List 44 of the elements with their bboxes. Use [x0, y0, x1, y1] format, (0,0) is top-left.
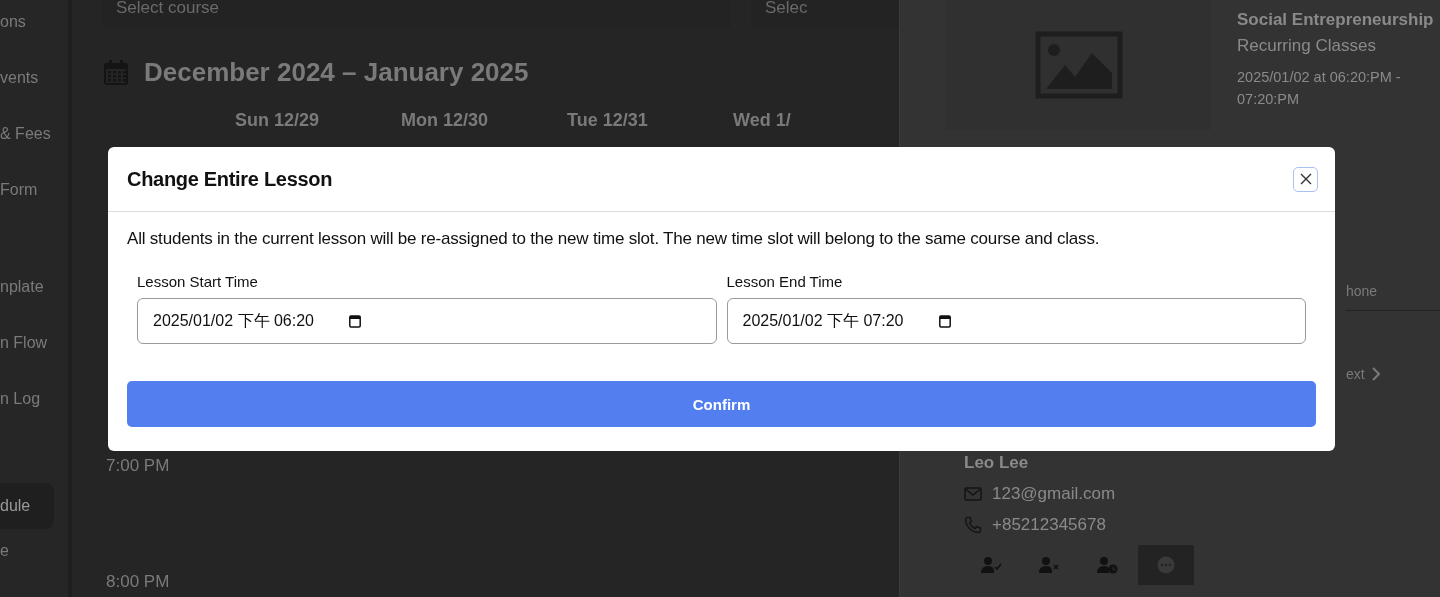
calendar-title: December 2024 – January 2025	[144, 57, 529, 88]
user-clock-icon	[1097, 556, 1119, 574]
phone-icon	[964, 516, 982, 534]
more-icon	[1157, 556, 1175, 574]
student-email: 123@gmail.com	[992, 484, 1116, 504]
lesson-time: 2025/01/02 at 06:20:PM -	[1237, 68, 1402, 87]
user-check-icon	[981, 556, 1003, 574]
calendar-icon[interactable]	[938, 314, 951, 328]
field-label: Lesson End Time	[726, 273, 844, 290]
calendar-icon[interactable]	[349, 314, 361, 328]
sidebar-item[interactable]: dule	[0, 483, 54, 529]
sidebar-item[interactable]: ons	[0, 10, 68, 34]
close-button[interactable]	[1293, 166, 1318, 192]
action-button[interactable]	[1138, 545, 1194, 585]
sidebar-item[interactable]: nplate	[0, 275, 68, 299]
day-header: Mon 12/30	[401, 110, 490, 131]
sidebar-item[interactable]: vents	[0, 66, 68, 90]
confirm-button[interactable]: Confirm	[127, 381, 1316, 427]
time-label: 7:00 PM	[106, 456, 171, 477]
sidebar-item[interactable]: & Fees	[0, 122, 68, 146]
next-link[interactable]: ext	[1346, 366, 1381, 382]
close-icon	[1299, 173, 1312, 185]
dialog-message: All students in the current lesson will be re-assigned to the new time slot. The new time slot will belong to the same course and class.	[127, 229, 1101, 249]
datetime-field[interactable]: 2025/01/02 下午 06:20	[137, 298, 717, 344]
day-header: Wed 1/	[733, 110, 792, 131]
mail-icon	[964, 487, 982, 501]
dialog-title: Change Entire Lesson	[127, 167, 333, 191]
sidebar-item[interactable]: e	[0, 539, 68, 563]
tab[interactable]: hone	[1346, 283, 1378, 299]
student-phone: +85212345678	[992, 515, 1106, 535]
time-label: 8:00 PM	[106, 572, 171, 593]
sidebar-item[interactable]: n Flow	[0, 331, 68, 355]
day-header: Tue 12/31	[567, 110, 649, 131]
student-name: Leo Lee	[964, 453, 1030, 473]
user-cross-icon	[1039, 556, 1061, 574]
field-label: Lesson Start Time	[137, 273, 259, 290]
datetime-field[interactable]: 2025/01/02 下午 07:20	[726, 298, 1306, 344]
sidebar-item[interactable]: Form	[0, 178, 68, 202]
sidebar-item[interactable]: n Log	[0, 387, 68, 411]
day-header: Sun 12/29	[235, 110, 321, 131]
chevron-right-icon	[1370, 367, 1381, 381]
class-type: Recurring Classes	[1237, 36, 1377, 56]
lesson-time: 07:20:PM	[1237, 90, 1301, 109]
course-title: Social Entrepreneurship	[1237, 10, 1434, 30]
